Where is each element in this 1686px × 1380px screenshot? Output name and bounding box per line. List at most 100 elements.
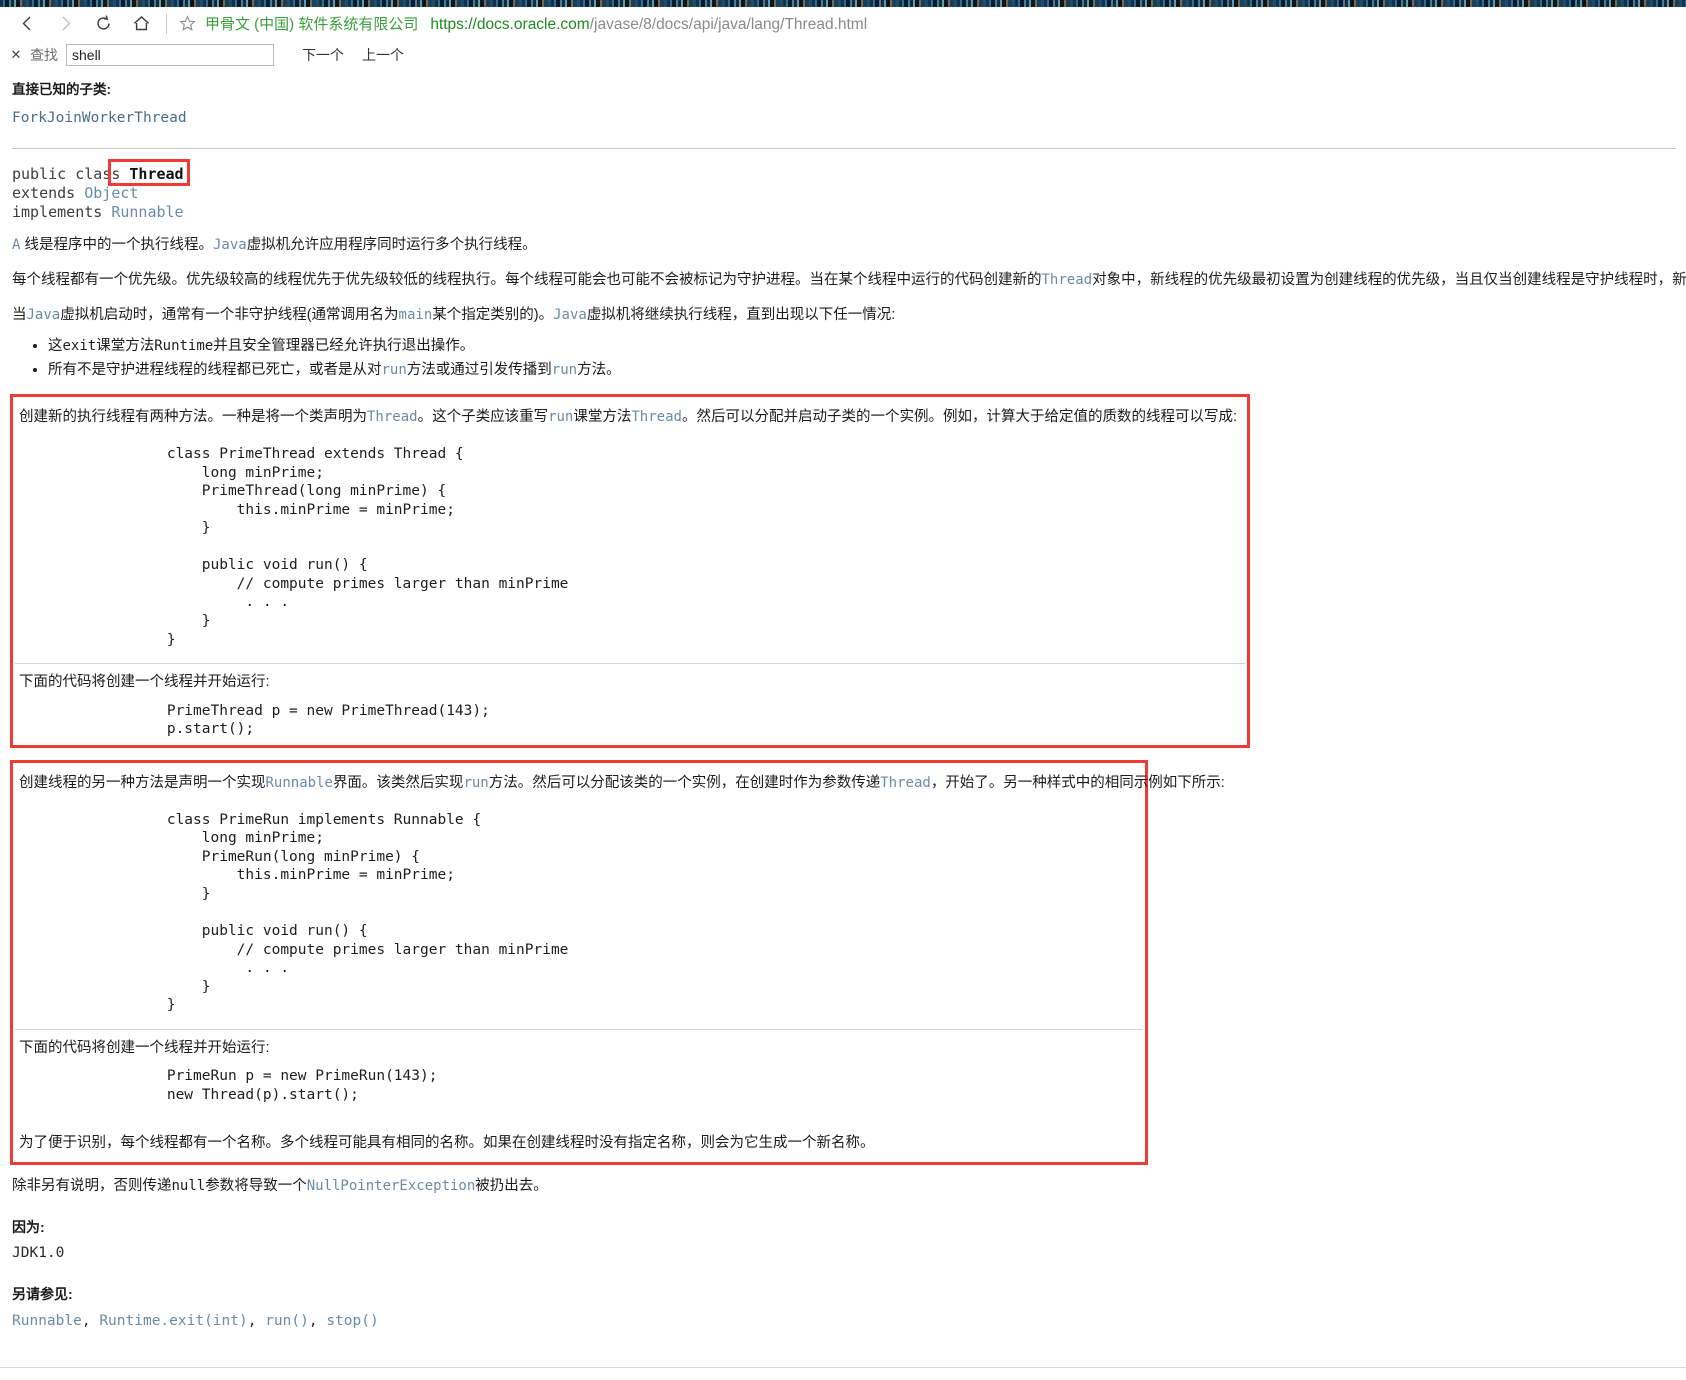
java-link[interactable]: Java <box>27 307 61 323</box>
bullet-1-mid: 课堂方法 <box>96 338 155 355</box>
declaration-modifiers: public class <box>12 165 121 183</box>
close-icon[interactable]: ✕ <box>8 47 24 63</box>
subclass-link[interactable]: ForkJoinWorkerThread <box>12 108 1676 130</box>
npe-exception-link[interactable]: NullPointerException <box>307 1178 476 1194</box>
thread-name-paragraph: 为了便于识别，每个线程都有一个名称。多个线程可能具有相同的名称。如果在创建线程时… <box>19 1134 875 1151</box>
address-bar[interactable]: 甲骨文 (中国) 软件系统有限公司 https://docs.oracle.co… <box>205 13 867 34</box>
see-also-link-run[interactable]: run() <box>265 1313 309 1329</box>
b2-code-thread[interactable]: Thread <box>880 775 931 791</box>
see-also-link-runtime-exit[interactable]: Runtime.exit(int) <box>99 1313 247 1329</box>
b1-pre: 创建新的执行线程有两种方法。一种是将一个类声明为 <box>19 409 367 426</box>
implements-keyword: implements <box>12 202 103 221</box>
intro-a: A <box>12 237 21 254</box>
npe-null-code: null <box>171 1178 206 1195</box>
class-declaration: public class Thread extends Object imple… <box>12 159 1676 221</box>
npe-mid: 参数将导致一个 <box>205 1178 307 1195</box>
class-name: Thread <box>129 165 184 183</box>
jvm-startup-paragraph: 当Java虚拟机启动时，通常有一个非守护线程(通常调用名为main某个指定类别的… <box>12 305 1676 326</box>
priority-text-1: 每个线程都有一个优先级。优先级较高的线程优先于优先级较低的线程执行。每个线程可能… <box>12 272 1042 289</box>
find-label: 查找 <box>30 47 58 63</box>
b1-code-thread[interactable]: Thread <box>367 409 418 425</box>
code-block-prime-run-start: PrimeRun p = new PrimeRun(143); new Thre… <box>166 1068 438 1103</box>
annotation-box-1-content: 创建新的执行线程有两种方法。一种是将一个类声明为Thread。这个子类应该重写r… <box>13 397 1247 745</box>
bullet-1-code-1: exit <box>62 338 97 355</box>
bullet-2-code-1[interactable]: run <box>382 362 407 378</box>
npe-paragraph: 除非另有说明，否则传递null参数将导致一个NullPointerExcepti… <box>12 1176 1676 1198</box>
since-value: JDK1.0 <box>12 1245 65 1262</box>
annotation-box-2-content: 创建线程的另一种方法是声明一个实现Runnable界面。该类然后实现run方法。… <box>13 763 1225 1162</box>
star-icon[interactable] <box>175 12 199 36</box>
bullet-2-code-2[interactable]: run <box>552 362 577 378</box>
extends-keyword: extends <box>12 183 76 202</box>
declaration-line-1: public class Thread <box>12 165 1676 184</box>
bullet-1-code-2: Runtime <box>154 338 214 355</box>
priority-paragraph: 每个线程都有一个优先级。优先级较高的线程优先于优先级较低的线程执行。每个线程可能… <box>12 270 1686 291</box>
interface-link[interactable]: Runnable <box>111 203 183 221</box>
subclass-approach-paragraph: 创建新的执行线程有两种方法。一种是将一个类声明为Thread。这个子类应该重写r… <box>15 401 1245 431</box>
bullet-2-post: 方法。 <box>577 362 621 379</box>
superclass-link[interactable]: Object <box>84 184 138 202</box>
home-button[interactable] <box>122 9 160 39</box>
bullet-2-mid: 方法或通过引发传播到 <box>406 362 552 379</box>
since-heading: 因为: <box>12 1219 45 1236</box>
find-bar: ✕ 查找 下一个 上一个 <box>0 40 1686 70</box>
run-caption-2: 下面的代码将创建一个线程并开始运行: <box>19 1039 270 1056</box>
see-also-heading: 另请参见: <box>12 1285 73 1302</box>
see-also-link-runnable[interactable]: Runnable <box>12 1313 82 1329</box>
jvm-text-4: 虚拟机将继续执行线程，直到出现以下任一情况: <box>586 307 896 324</box>
annotation-box-2: 创建线程的另一种方法是声明一个实现Runnable界面。该类然后实现run方法。… <box>10 759 1225 1166</box>
see-also-link-stop[interactable]: stop() <box>326 1313 378 1329</box>
npe-pre: 除非另有说明，否则传递 <box>12 1178 172 1195</box>
b1-code-thread-2[interactable]: Thread <box>631 409 682 425</box>
intro-paragraph: A 线是程序中的一个执行线程。Java虚拟机允许应用程序同时运行多个执行线程。 <box>12 235 1676 256</box>
page-bottom-divider <box>0 1367 1686 1368</box>
see-also-links: Runnable, Runtime.exit(int), run(), stop… <box>12 1311 1676 1333</box>
termination-conditions-list: 这exit课堂方法Runtime并且安全管理器已经允许执行退出操作。 所有不是守… <box>10 336 1676 381</box>
list-item: 所有不是守护进程线程的线程都已死亡，或者是从对run方法或通过引发传播到run方… <box>48 360 1676 381</box>
document-body: 直接已知的子类: ForkJoinWorkerThread public cla… <box>0 80 1686 1333</box>
code-block-prime-thread-run: PrimeThread p = new PrimeThread(143); p.… <box>166 702 490 738</box>
divider <box>12 148 1676 149</box>
url-path: /javase/8/docs/api/java/lang/Thread.html <box>589 16 868 33</box>
java-link-2[interactable]: Java <box>553 307 587 323</box>
find-prev-button[interactable]: 上一个 <box>362 45 404 65</box>
bullet-2-pre: 所有不是守护进程线程的线程都已死亡，或者是从对 <box>48 362 382 379</box>
toolbar-divider <box>166 13 167 34</box>
b1-post: 。然后可以分配并启动子类的一个实例。例如，计算大于给定值的质数的线程可以写成: <box>681 409 1237 426</box>
code-block-prime-thread: class PrimeThread extends Thread { long … <box>166 446 569 648</box>
home-icon <box>132 14 151 33</box>
b2-mid-2: 方法。然后可以分配该类的一个实例，在创建时作为参数传递 <box>488 774 881 791</box>
b1-mid-2: 课堂方法 <box>573 409 632 426</box>
jvm-text-2: 虚拟机启动时，通常有一个非守护线程(通常调用名为 <box>60 307 399 324</box>
jvm-text-3: 某个指定类别的)。 <box>432 307 554 324</box>
find-next-button[interactable]: 下一个 <box>302 45 344 65</box>
b1-code-run[interactable]: run <box>548 409 573 425</box>
main-code: main <box>398 307 433 324</box>
run-caption-1: 下面的代码将创建一个线程并开始运行: <box>19 674 270 691</box>
declaration-line-2: extends Object <box>12 184 1676 203</box>
forward-button[interactable] <box>46 9 84 39</box>
thread-link[interactable]: Thread <box>1042 272 1093 288</box>
reload-button[interactable] <box>84 9 122 39</box>
jvm-text-1: 当 <box>12 307 27 324</box>
b2-mid: 界面。该类然后实现 <box>332 774 464 791</box>
b2-pre: 创建线程的另一种方法是声明一个实现 <box>19 774 266 791</box>
npe-post: 被扔出去。 <box>475 1178 548 1195</box>
b2-code-runnable[interactable]: Runnable <box>266 775 333 791</box>
intro-java-link[interactable]: Java <box>213 237 247 253</box>
known-subclasses-heading: 直接已知的子类: <box>12 82 111 97</box>
url-scheme: https:// <box>430 16 477 33</box>
site-identity-label: 甲骨文 (中国) 软件系统有限公司 <box>205 16 419 33</box>
browser-toolbar: 甲骨文 (中国) 软件系统有限公司 https://docs.oracle.co… <box>0 7 1686 40</box>
url-host: docs.oracle.com <box>476 16 590 33</box>
b2-code-run[interactable]: run <box>463 775 488 791</box>
back-chevron-icon <box>19 15 36 32</box>
back-button[interactable] <box>8 9 46 39</box>
search-input[interactable] <box>66 44 274 66</box>
runnable-approach-paragraph: 创建线程的另一种方法是声明一个实现Runnable界面。该类然后实现run方法。… <box>15 767 1225 797</box>
b2-post: ，开始了。另一种样式中的相同示例如下所示: <box>930 774 1225 791</box>
reload-icon <box>94 14 113 33</box>
intro-text-1: 线是程序中的一个执行线程。 <box>24 237 213 254</box>
code-block-prime-run: class PrimeRun implements Runnable { lon… <box>166 811 569 1014</box>
desktop-strip <box>0 0 1686 7</box>
